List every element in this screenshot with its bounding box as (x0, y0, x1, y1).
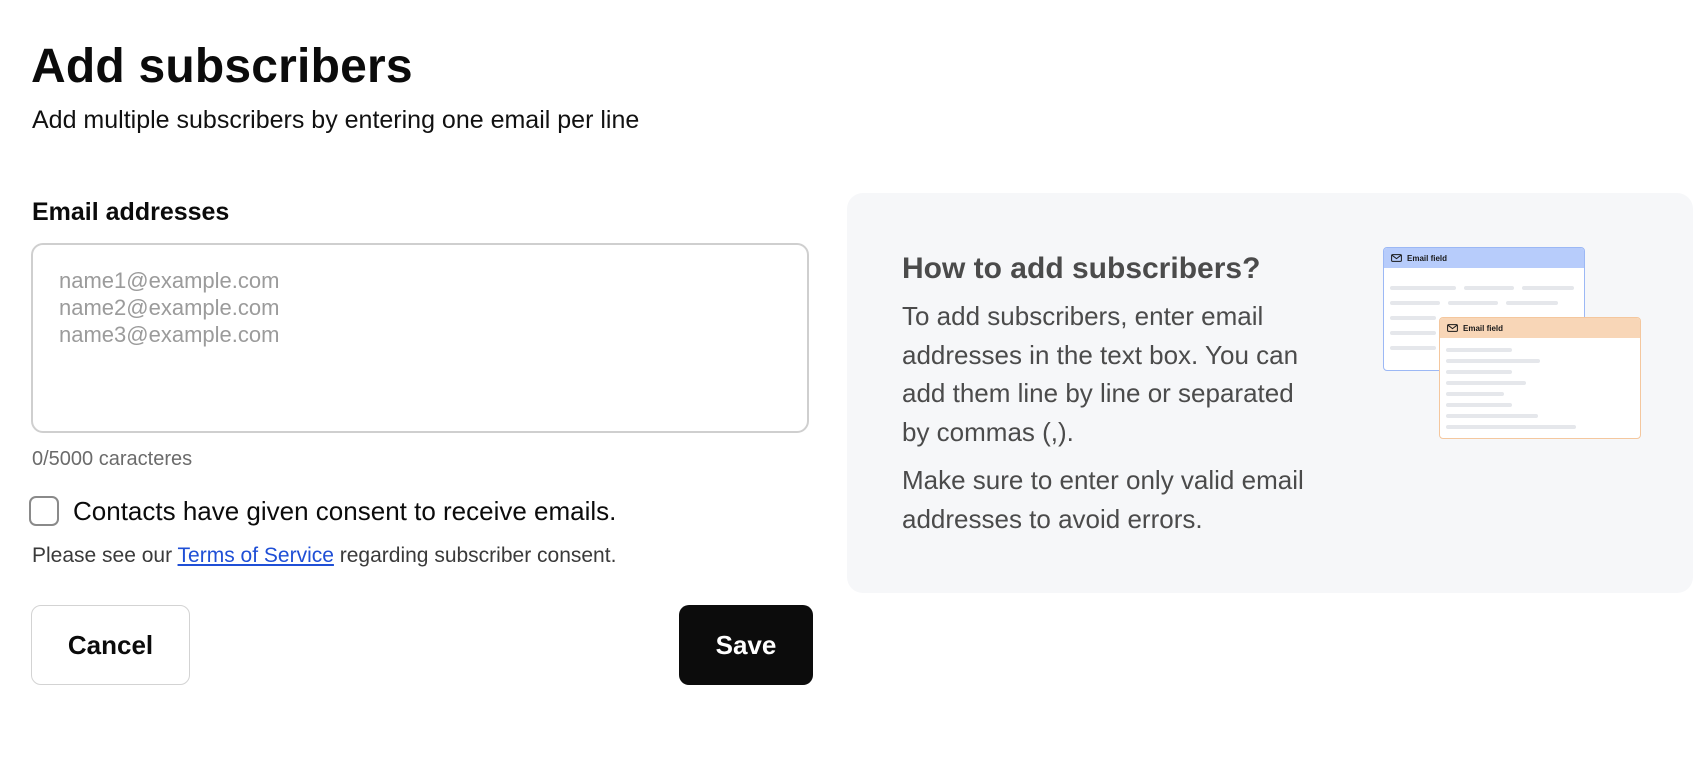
placeholder-line (1446, 425, 1576, 429)
placeholder-line (1446, 414, 1538, 418)
placeholder-line (1506, 301, 1558, 305)
placeholder-line (1446, 359, 1540, 363)
terms-prefix: Please see our (32, 544, 178, 567)
placeholder-line (1464, 286, 1514, 290)
placeholder-line (1390, 346, 1436, 350)
consent-row: Contacts have given consent to receive e… (29, 494, 616, 528)
illustration-card-label: Email field (1463, 323, 1504, 333)
illustration-card-header: Email field (1440, 318, 1640, 338)
illustration-card-line-by-line: Email field (1439, 317, 1641, 439)
save-button[interactable]: Save (679, 605, 813, 685)
page-title: Add subscribers (31, 40, 413, 93)
placeholder-line (1446, 403, 1512, 407)
placeholder-line (1390, 301, 1440, 305)
help-title: How to add subscribers? (902, 252, 1261, 285)
email-addresses-input[interactable] (31, 243, 809, 433)
placeholder-line (1522, 286, 1574, 290)
help-panel: How to add subscribers? To add subscribe… (847, 193, 1693, 593)
consent-checkbox[interactable] (29, 496, 59, 526)
cancel-button[interactable]: Cancel (31, 605, 190, 685)
terms-note: Please see our Terms of Service regardin… (32, 543, 616, 569)
placeholder-line (1446, 348, 1512, 352)
terms-suffix: regarding subscriber consent. (333, 544, 617, 567)
email-field-illustration: Email field Email field (1383, 247, 1643, 447)
mail-icon (1391, 254, 1402, 262)
character-counter: 0/5000 caracteres (32, 448, 193, 470)
mail-icon (1447, 324, 1458, 332)
consent-label[interactable]: Contacts have given consent to receive e… (73, 495, 616, 527)
placeholder-line (1448, 301, 1498, 305)
placeholder-line (1390, 316, 1436, 320)
placeholder-line (1446, 370, 1512, 374)
email-addresses-label: Email addresses (32, 198, 230, 226)
placeholder-line (1446, 392, 1504, 396)
terms-of-service-link[interactable]: Terms of Service (178, 544, 334, 567)
placeholder-line (1390, 286, 1456, 290)
illustration-card-header: Email field (1384, 248, 1584, 268)
page-subtitle: Add multiple subscribers by entering one… (32, 106, 640, 134)
help-paragraph: Make sure to enter only valid email addr… (902, 465, 1304, 534)
placeholder-line (1390, 331, 1436, 335)
illustration-card-label: Email field (1407, 253, 1448, 263)
help-paragraph: To add subscribers, enter email addresse… (902, 301, 1299, 447)
placeholder-line (1446, 381, 1526, 385)
